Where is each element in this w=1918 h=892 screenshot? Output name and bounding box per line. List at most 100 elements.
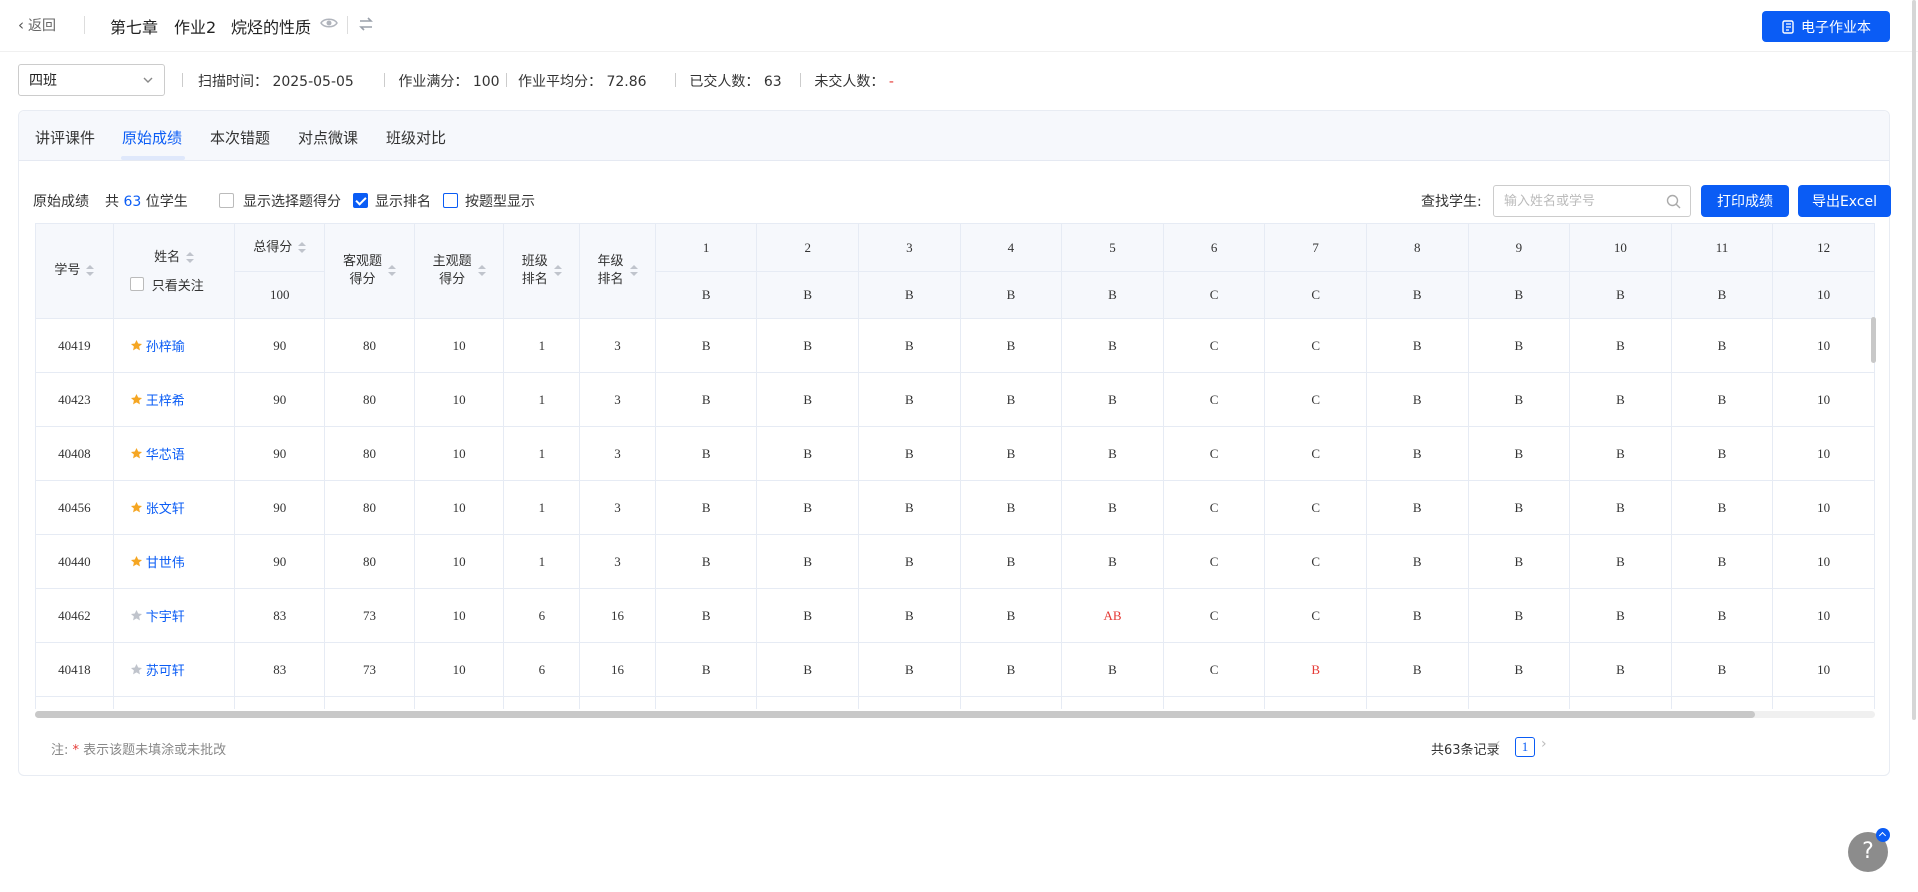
col-header-question-8[interactable]: 8 xyxy=(1365,223,1469,272)
page-scrollbar[interactable] xyxy=(1912,0,1916,720)
search-input[interactable] xyxy=(1494,186,1654,216)
page-number-button[interactable]: 1 xyxy=(1515,737,1535,757)
sort-icon[interactable] xyxy=(298,241,307,254)
answer-cell: C xyxy=(1264,318,1367,373)
student-name-cell[interactable]: 孙梓瑜 xyxy=(112,318,236,373)
next-page-button[interactable]: › xyxy=(1541,736,1547,752)
student-name-link[interactable]: 华芯语 xyxy=(146,448,185,463)
search-label: 查找学生: xyxy=(1421,194,1482,210)
choice-score-checkbox[interactable] xyxy=(219,193,234,208)
col-header-question-5[interactable]: 5 xyxy=(1061,223,1164,272)
prev-page-button[interactable]: ‹ xyxy=(1495,736,1501,752)
sort-icon[interactable] xyxy=(553,265,562,277)
divider xyxy=(506,73,507,87)
sort-icon[interactable] xyxy=(477,265,486,277)
col-header-question-11[interactable]: 11 xyxy=(1670,223,1774,272)
swap-icon[interactable] xyxy=(358,16,374,36)
print-scores-button[interactable]: 打印成绩 xyxy=(1701,185,1789,217)
empty-cell xyxy=(503,696,581,709)
col-header-question-4[interactable]: 4 xyxy=(959,223,1063,272)
sort-icon[interactable] xyxy=(387,265,396,277)
answer-key-6: C xyxy=(1162,271,1266,319)
table-row: 40408 华芯语 90 80 10 1 3 B B B B B C C B B B B 10 xyxy=(35,426,1875,481)
col-header-name[interactable]: 姓名 只看关注 xyxy=(112,223,236,319)
col-header-question-2[interactable]: 2 xyxy=(756,223,860,272)
subjective-score-cell: 10 xyxy=(413,588,505,643)
star-icon[interactable] xyxy=(130,339,146,355)
tab-micro-lessons[interactable]: 对点微课 xyxy=(298,127,358,148)
answer-cell: B xyxy=(1670,426,1774,481)
sort-icon[interactable] xyxy=(186,251,195,264)
student-id-cell: 40419 xyxy=(35,318,114,373)
scroll-top-icon[interactable] xyxy=(1876,828,1890,842)
answer-key-12: 10 xyxy=(1772,271,1875,319)
sort-icon[interactable] xyxy=(629,265,638,277)
sort-icon[interactable] xyxy=(86,265,95,277)
scores-table-container[interactable]: 学号 姓名 只看关注 总得分 客观题 得分 主观题 得分 班级 排名 年级 排名 123… xyxy=(35,223,1875,709)
answer-cell: B xyxy=(858,318,961,373)
submitted-count: 已交人数： 63 xyxy=(689,74,782,90)
student-name-link[interactable]: 苏可轩 xyxy=(146,664,185,679)
back-button[interactable]: ‹ 返回 xyxy=(18,15,56,35)
export-excel-button[interactable]: 导出Excel xyxy=(1798,185,1891,217)
student-name-link[interactable]: 甘世伟 xyxy=(146,556,185,571)
answer-cell: B xyxy=(959,642,1063,697)
tab-wrong-questions[interactable]: 本次错题 xyxy=(210,127,270,148)
answer-cell: C xyxy=(1264,372,1367,427)
divider xyxy=(347,16,348,34)
col-header-question-10[interactable]: 10 xyxy=(1569,223,1672,272)
col-header-question-9[interactable]: 9 xyxy=(1467,223,1571,272)
eye-icon[interactable] xyxy=(320,17,338,33)
student-name-link[interactable]: 张文轩 xyxy=(146,502,185,517)
star-icon[interactable] xyxy=(130,555,146,571)
col-header-total[interactable]: 总得分 xyxy=(234,223,326,272)
tab-class-comparison[interactable]: 班级对比 xyxy=(386,127,446,148)
table-row: 40419 孙梓瑜 90 80 10 1 3 B B B B B C C B B B B 10 xyxy=(35,318,1875,373)
answer-key-1: B xyxy=(654,271,758,319)
col-header-objective[interactable]: 客观题 得分 xyxy=(324,223,415,319)
col-header-question-6[interactable]: 6 xyxy=(1162,223,1266,272)
student-name-link[interactable]: 卞宇轩 xyxy=(146,610,185,625)
student-name-cell[interactable]: 卞宇轩 xyxy=(112,588,236,643)
follow-only-checkbox[interactable] xyxy=(129,277,144,291)
answer-cell: B xyxy=(858,480,961,535)
answer-cell: B xyxy=(1670,372,1774,427)
student-name-link[interactable]: 孙梓瑜 xyxy=(146,340,185,355)
answer-cell: B xyxy=(858,642,961,697)
star-icon[interactable] xyxy=(130,609,146,625)
col-header-question-7[interactable]: 7 xyxy=(1264,223,1367,272)
student-name-cell[interactable]: 王梓希 xyxy=(112,372,236,427)
answer-cell: C xyxy=(1162,588,1266,643)
student-name-link[interactable]: 王梓希 xyxy=(146,394,185,409)
horizontal-scrollbar[interactable] xyxy=(35,711,1875,718)
star-icon[interactable] xyxy=(130,663,146,679)
answer-cell: AB xyxy=(1061,588,1164,643)
star-icon[interactable] xyxy=(130,447,146,463)
col-header-question-12[interactable]: 12 xyxy=(1772,223,1875,272)
by-type-checkbox[interactable] xyxy=(443,193,458,208)
star-icon[interactable] xyxy=(130,393,146,409)
search-icon[interactable] xyxy=(1666,194,1681,213)
col-header-subjective[interactable]: 主观题 得分 xyxy=(413,223,505,319)
student-name-cell[interactable]: 苏可轩 xyxy=(112,642,236,697)
col-header-grade-rank[interactable]: 年级 排名 xyxy=(579,223,656,319)
col-header-question-3[interactable]: 3 xyxy=(858,223,961,272)
star-icon[interactable] xyxy=(130,501,146,517)
follow-only-toggle[interactable]: 只看关注 xyxy=(114,275,234,294)
answer-cell: B xyxy=(1670,318,1774,373)
col-header-question-1[interactable]: 1 xyxy=(654,223,758,272)
student-name-cell[interactable]: 华芯语 xyxy=(112,426,236,481)
answer-cell: B xyxy=(654,642,758,697)
student-name-cell[interactable]: 甘世伟 xyxy=(112,534,236,589)
vertical-scrollbar[interactable] xyxy=(1871,317,1876,363)
horizontal-scrollbar-thumb[interactable] xyxy=(35,711,1755,718)
tab-raw-scores[interactable]: 原始成绩 xyxy=(122,127,182,148)
show-rank-checkbox[interactable] xyxy=(353,193,368,208)
student-name-cell[interactable]: 张文轩 xyxy=(112,480,236,535)
answer-cell: B xyxy=(1467,426,1571,481)
col-header-student-id[interactable]: 学号 xyxy=(35,223,114,319)
col-header-class-rank[interactable]: 班级 排名 xyxy=(503,223,581,319)
tab-lecture-slides[interactable]: 讲评课件 xyxy=(35,127,95,148)
class-select[interactable]: 四班 xyxy=(18,64,165,96)
ebook-button[interactable]: 电子作业本 xyxy=(1762,11,1890,42)
